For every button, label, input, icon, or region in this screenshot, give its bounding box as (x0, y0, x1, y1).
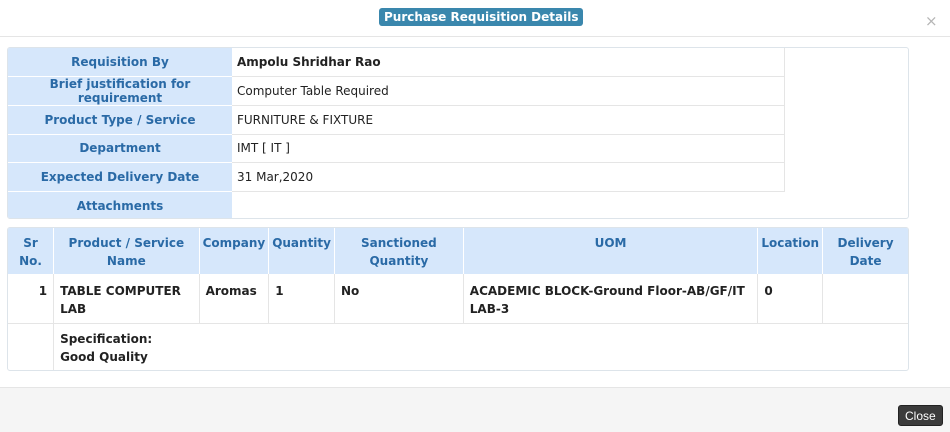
modal-header: Purchase Requisition Details × (0, 0, 950, 37)
items-panel: Sr No. Product / Service Name Company Qu… (7, 227, 909, 371)
col-header-sr-no: Sr No. (8, 228, 55, 274)
table-row: 1 TABLE COMPUTER LAB Aromas 1 No ACADEMI… (8, 274, 908, 324)
col-header-company: Company (199, 228, 270, 274)
col-header-product: Product / Service Name (53, 228, 200, 274)
specification-cell: Specification: Good Quality (54, 323, 908, 370)
requisition-details-table: Requisition By Ampolu Shridhar Rao Brief… (8, 48, 785, 218)
col-header-quantity: Quantity (268, 228, 335, 274)
cell-uom: ACADEMIC BLOCK-Ground Floor-AB/GF/IT LAB… (463, 274, 759, 324)
detail-label: Expected Delivery Date (8, 162, 232, 192)
detail-value: Ampolu Shridhar Rao (232, 48, 785, 78)
cell-company: Aromas (199, 274, 270, 324)
cell-delivery-date (822, 274, 908, 324)
specification-row: Specification: Good Quality (8, 323, 908, 370)
detail-row-department: Department IMT [ IT ] (8, 134, 785, 164)
col-header-uom: UOM (463, 228, 759, 274)
detail-row-attachments: Attachments (8, 191, 784, 218)
cell-sanctioned: No (334, 274, 464, 324)
cell-product: TABLE COMPUTER LAB (53, 274, 200, 324)
items-header-row: Sr No. Product / Service Name Company Qu… (8, 228, 908, 274)
detail-row-justification: Brief justification for requirement Comp… (8, 76, 785, 107)
detail-row-delivery-date: Expected Delivery Date 31 Mar,2020 (8, 162, 785, 192)
detail-row-requisition-by: Requisition By Ampolu Shridhar Rao (8, 48, 785, 78)
detail-value: 31 Mar,2020 (232, 162, 785, 192)
modal-footer: Close (0, 387, 950, 432)
detail-label: Brief justification for requirement (8, 76, 232, 107)
modal-title: Purchase Requisition Details (379, 8, 584, 26)
cell-location: 0 (757, 274, 824, 324)
attachments-value (232, 191, 784, 218)
items-table: Sr No. Product / Service Name Company Qu… (8, 228, 908, 370)
specification-value: Good Quality (60, 349, 148, 364)
specification-label: Specification: (60, 331, 153, 346)
cell-sr-no: 1 (8, 274, 55, 324)
col-header-delivery-date: Delivery Date (822, 228, 908, 274)
close-icon[interactable]: × (925, 14, 938, 29)
detail-label: Requisition By (8, 48, 232, 78)
detail-label: Attachments (8, 191, 232, 218)
spec-spacer-cell (8, 323, 55, 370)
col-header-sanctioned-quantity: Sanctioned Quantity (334, 228, 464, 274)
detail-label: Product Type / Service (8, 105, 232, 135)
detail-value: Computer Table Required (232, 76, 785, 107)
cell-quantity: 1 (268, 274, 335, 324)
detail-value: IMT [ IT ] (232, 134, 785, 164)
requisition-details-panel: Requisition By Ampolu Shridhar Rao Brief… (7, 47, 909, 219)
detail-row-product-type: Product Type / Service FURNITURE & FIXTU… (8, 105, 785, 135)
close-button[interactable]: Close (898, 405, 943, 426)
detail-label: Department (8, 134, 232, 164)
detail-value: FURNITURE & FIXTURE (232, 105, 785, 135)
col-header-location: Location (757, 228, 824, 274)
